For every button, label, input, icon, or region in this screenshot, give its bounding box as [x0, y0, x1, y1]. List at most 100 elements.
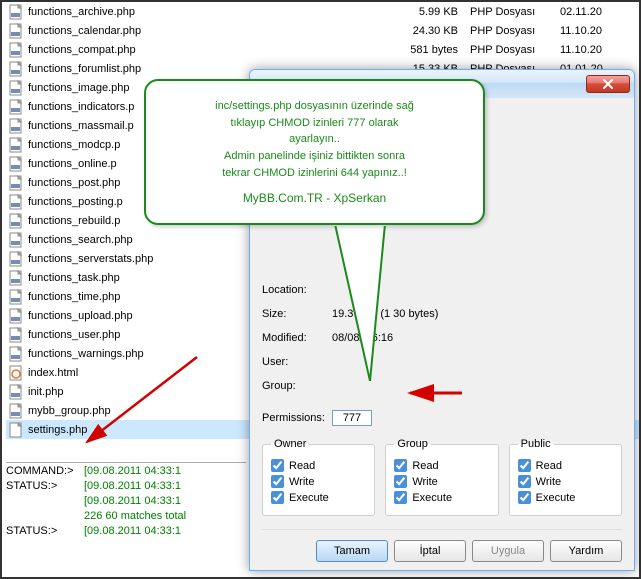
php-file-icon [8, 346, 24, 362]
file-size: 24.30 KB [396, 25, 466, 37]
size-label: Size: [262, 308, 332, 320]
file-name: settings.php [28, 424, 87, 436]
php-file-icon [8, 308, 24, 324]
cancel-button[interactable]: İptal [394, 540, 466, 562]
ok-button[interactable]: Tamam [316, 540, 388, 562]
file-name: functions_massmail.p [28, 120, 134, 132]
owner-write-row[interactable]: Write [271, 475, 366, 488]
owner-execute-checkbox[interactable] [271, 491, 284, 504]
php-file-icon [8, 232, 24, 248]
bubble-line: tekrar CHMOD izinlerini 644 yapınız..! [222, 166, 407, 181]
file-name: functions_image.php [28, 82, 130, 94]
bubble-line: Admin panelinde işiniz bittikten sonra [224, 149, 405, 164]
php-file-icon [8, 99, 24, 115]
file-date: 11.10.20 [556, 44, 636, 56]
public-write-checkbox[interactable] [518, 475, 531, 488]
log-label [6, 510, 84, 525]
group-read-row[interactable]: Read [394, 459, 489, 472]
group-execute-checkbox[interactable] [394, 491, 407, 504]
log-line: [09.08.2011 04:33:1 [6, 495, 246, 510]
php-file-icon [8, 118, 24, 134]
file-size: 581 bytes [396, 44, 466, 56]
group-write-checkbox[interactable] [394, 475, 407, 488]
php-file-icon [8, 4, 24, 20]
owner-read-row[interactable]: Read [271, 459, 366, 472]
log-line: STATUS:>[09.08.2011 04:33:1 [6, 480, 246, 495]
php-file-icon [8, 403, 24, 419]
log-line: STATUS:>[09.08.2011 04:33:1 [6, 525, 246, 537]
file-type: PHP Dosyası [466, 25, 556, 37]
apply-button[interactable]: Uygula [472, 540, 544, 562]
bubble-line: ayarlayın.. [289, 132, 340, 147]
permissions-input[interactable] [332, 410, 372, 426]
file-name: functions_task.php [28, 272, 120, 284]
owner-legend: Owner [271, 438, 309, 450]
file-name: functions_indicators.p [28, 101, 134, 113]
php-file-icon [8, 194, 24, 210]
php-file-icon [8, 23, 24, 39]
instruction-bubble: inc/settings.php dosyasının üzerinde sağ… [144, 79, 485, 225]
public-execute-row[interactable]: Execute [518, 491, 613, 504]
php-file-icon [8, 80, 24, 96]
group-execute-row[interactable]: Execute [394, 491, 489, 504]
file-name: functions_serverstats.php [28, 253, 153, 265]
group-write-row[interactable]: Write [394, 475, 489, 488]
php-file-icon [8, 156, 24, 172]
user-label: User: [262, 356, 332, 368]
log-label: COMMAND:> [6, 465, 84, 480]
php-file-icon [8, 42, 24, 58]
log-line: COMMAND:>[09.08.2011 04:33:1 [6, 465, 246, 480]
log-content: [09.08.2011 04:33:1 [84, 525, 181, 537]
file-name: functions_search.php [28, 234, 133, 246]
file-date: 02.11.20 [556, 6, 636, 18]
owner-write-checkbox[interactable] [271, 475, 284, 488]
file-row[interactable]: functions_compat.php581 bytesPHP Dosyası… [6, 40, 639, 59]
bubble-brand: MyBB.Com.TR - XpSerkan [243, 190, 386, 206]
file-name: functions_upload.php [28, 310, 133, 322]
public-read-row[interactable]: Read [518, 459, 613, 472]
public-legend: Public [518, 438, 554, 450]
file-date: 11.10.20 [556, 25, 636, 37]
owner-read-checkbox[interactable] [271, 459, 284, 472]
file-name: functions_warnings.php [28, 348, 144, 360]
php-file-icon [8, 175, 24, 191]
group-label: Group: [262, 380, 332, 392]
public-write-row[interactable]: Write [518, 475, 613, 488]
owner-group: Owner Read Write Execute [262, 438, 375, 516]
log-content: [09.08.2011 04:33:1 [84, 480, 181, 495]
file-type: PHP Dosyası [466, 44, 556, 56]
log-content: [09.08.2011 04:33:1 [84, 465, 181, 480]
owner-execute-row[interactable]: Execute [271, 491, 366, 504]
php-file-icon [8, 61, 24, 77]
file-type: PHP Dosyası [466, 6, 556, 18]
location-label: Location: [262, 284, 332, 296]
help-button[interactable]: Yardım [550, 540, 622, 562]
bubble-line: inc/settings.php dosyasının üzerinde sağ [215, 99, 414, 114]
file-name: index.html [28, 367, 78, 379]
bubble-line: tıklayıp CHMOD izinleri 777 olarak [230, 116, 398, 131]
log-content: [09.08.2011 04:33:1 [84, 495, 181, 510]
close-button[interactable] [586, 75, 630, 93]
log-label: STATUS:> [6, 525, 84, 537]
public-execute-checkbox[interactable] [518, 491, 531, 504]
file-name: functions_modcp.p [28, 139, 120, 151]
file-row[interactable]: functions_archive.php 5.99 KBPHP Dosyası0… [6, 2, 639, 21]
modified-label: Modified: [262, 332, 332, 344]
file-row[interactable]: functions_calendar.php24.30 KBPHP Dosyas… [6, 21, 639, 40]
php-file-icon [8, 384, 24, 400]
file-size: 5.99 KB [396, 6, 466, 18]
group-read-checkbox[interactable] [394, 459, 407, 472]
php-file-icon [8, 213, 24, 229]
file-name: functions_archive.php [28, 6, 135, 18]
html-file-icon [8, 365, 24, 381]
public-read-checkbox[interactable] [518, 459, 531, 472]
php-file-icon [8, 251, 24, 267]
file-name: functions_online.p [28, 158, 117, 170]
file-name: mybb_group.php [28, 405, 111, 417]
php-file-icon [8, 137, 24, 153]
file-name: functions_forumlist.php [28, 63, 141, 75]
log-content: 226 60 matches total [84, 510, 186, 525]
log-line: 226 60 matches total [6, 510, 246, 525]
group-group: Group Read Write Execute [385, 438, 498, 516]
group-legend: Group [394, 438, 431, 450]
